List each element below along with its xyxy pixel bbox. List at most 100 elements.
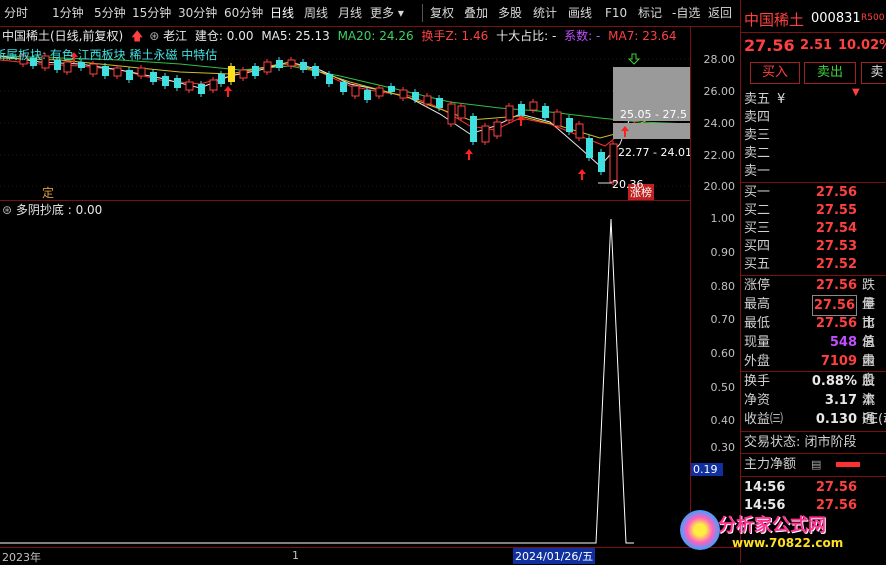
- candle-body: [209, 79, 218, 91]
- mark-button[interactable]: 标记: [638, 4, 662, 22]
- candle-body: [505, 105, 514, 121]
- tab-30min[interactable]: 30分钟: [178, 4, 217, 22]
- candle-body: [529, 101, 538, 111]
- back-button[interactable]: 返回: [708, 4, 732, 22]
- price-tick: 20.00: [703, 180, 736, 193]
- candle-body: [340, 82, 347, 92]
- legend-shida: 十大占比: -: [496, 29, 557, 43]
- price-tick: 22.00: [703, 149, 736, 162]
- y-axis: 28.00 26.00 24.00 22.00 20.00 1.00 0.90 …: [690, 26, 741, 547]
- stats-button[interactable]: 统计: [533, 4, 557, 22]
- quote-panel: 中国稀土 000831 R500 27.56 2.51 10.02% 买入 卖出…: [740, 0, 886, 563]
- indicator-legend: ⊛ 多阴抄底 : 0.00: [2, 201, 102, 218]
- settings-icon[interactable]: ⊛: [149, 29, 159, 43]
- lower-band-label: 22.77 - 24.01: [618, 146, 692, 159]
- currency-icon: ¥: [777, 92, 786, 107]
- candle-body: [598, 152, 605, 172]
- candle-body: [263, 61, 272, 73]
- stat-row-limit-up: 涨停 27.56 跌停: [744, 278, 876, 312]
- indicator-tick: 0.60: [710, 347, 736, 360]
- tab-more[interactable]: 更多 ▾: [370, 4, 404, 22]
- tab-monthly[interactable]: 月线: [338, 4, 362, 22]
- multi-stock-button[interactable]: 多股: [498, 4, 522, 22]
- tab-fenshi[interactable]: 分时: [4, 4, 28, 22]
- candle-body: [481, 125, 490, 143]
- bid-row-3: 买三 27.54: [744, 221, 857, 236]
- watchlist-button[interactable]: -自选: [672, 4, 700, 22]
- cursor-date-label: 2024/01/26/五: [513, 548, 596, 564]
- legend-huanshou: 换手Z: 1.46: [421, 29, 489, 43]
- settings-icon[interactable]: ⊛: [2, 203, 12, 217]
- stock-name: 中国稀土: [744, 11, 805, 29]
- legend-jiancang: 建仓: 0.00: [194, 29, 254, 43]
- grid-lines: [0, 58, 690, 187]
- candle-body: [493, 121, 502, 137]
- candle-body: [126, 70, 133, 80]
- stat-row-low: 最低 27.56 市值: [744, 316, 876, 350]
- candle-body: [351, 85, 360, 97]
- ding-label: 定: [42, 186, 55, 200]
- legend-row: 中国稀土(日线,前复权) 🡅 ⊛ 老江 建仓: 0.00 MA5: 25.13 …: [2, 27, 677, 48]
- draw-line-button[interactable]: 画线: [568, 4, 592, 22]
- candle-body: [518, 104, 525, 116]
- f10-button[interactable]: F10: [605, 4, 627, 22]
- sell-button[interactable]: 卖出: [804, 62, 856, 84]
- indicator-chart[interactable]: ⊛ 多阴抄底 : 0.00: [0, 200, 690, 547]
- bid-row-5: 买五 27.52: [744, 257, 857, 272]
- indicator-tick: 0.50: [710, 381, 736, 394]
- tab-weekly[interactable]: 周线: [304, 4, 328, 22]
- list-icon[interactable]: ▤: [811, 455, 821, 474]
- pct-change: 10.02%: [838, 38, 886, 53]
- main-flow-row[interactable]: 主力净额 ▤: [741, 455, 886, 474]
- month-label: 1: [292, 549, 299, 562]
- ask-row-5: 卖五 ¥: [744, 92, 786, 107]
- chart-title: 中国稀土(日线,前复权): [2, 29, 124, 43]
- overlay-button[interactable]: 叠加: [464, 4, 488, 22]
- legend-ma7: MA7: 23.64: [608, 29, 677, 43]
- upper-band-label: 25.05 - 27.5: [620, 108, 687, 121]
- tab-15min[interactable]: 15分钟: [132, 4, 171, 22]
- time-axis: 2023年 1 2024/01/26/五: [0, 547, 740, 564]
- buy-button[interactable]: 买入: [750, 62, 800, 84]
- candle-body: [276, 60, 283, 68]
- down-arrow-icon: [627, 53, 641, 65]
- candle-body: [252, 66, 259, 76]
- watermark-url: www.70822.com: [732, 536, 844, 550]
- stat-row-high: 最高 27.56 量比: [744, 295, 876, 331]
- tab-1min[interactable]: 1分钟: [52, 4, 84, 22]
- tab-daily[interactable]: 日线: [270, 4, 294, 22]
- stat-row-eps: 收益㈢ 0.130 PE(动: [744, 412, 886, 427]
- candle-body: [609, 143, 618, 183]
- candle-body: [150, 72, 157, 82]
- indicator-tick: 0.90: [710, 246, 736, 259]
- tab-5min[interactable]: 5分钟: [94, 4, 126, 22]
- candle-body: [375, 87, 384, 97]
- legend-laojiang: 老江: [163, 29, 188, 43]
- indicator-line: [0, 218, 634, 544]
- candle-body: [300, 62, 307, 70]
- price-tick: 26.00: [703, 85, 736, 98]
- candle-body: [586, 138, 593, 158]
- candle-body: [542, 106, 549, 118]
- main-flow-bar: [836, 462, 860, 467]
- watermark-title: 分析家公式网: [718, 515, 826, 536]
- candle-body: [412, 92, 419, 100]
- ask-row-1: 卖一: [744, 164, 771, 179]
- fuquan-button[interactable]: 复权: [430, 4, 454, 22]
- candle-body: [457, 105, 466, 119]
- kline-chart[interactable]: 中国稀土(日线,前复权) 🡅 ⊛ 老江 建仓: 0.00 MA5: 25.13 …: [0, 26, 692, 200]
- price-tick: 28.00: [703, 53, 736, 66]
- stat-row-netasset: 净资 3.17 流通: [744, 393, 876, 427]
- stat-row-volume: 现量 548 总量: [744, 335, 876, 369]
- candle-body: [218, 74, 225, 84]
- ask-row-3: 卖三: [744, 128, 771, 143]
- stock-code: 000831: [811, 11, 861, 26]
- panel-divider: [741, 476, 886, 477]
- more-trade-button[interactable]: 卖: [861, 62, 886, 84]
- trade-status: 交易状态: 闭市阶段: [744, 435, 857, 450]
- r-badge: R500: [861, 13, 885, 23]
- candle-body: [63, 61, 72, 73]
- legend-ma20: MA20: 24.26: [337, 29, 414, 43]
- tab-60min[interactable]: 60分钟: [224, 4, 263, 22]
- ask-row-2: 卖二: [744, 146, 771, 161]
